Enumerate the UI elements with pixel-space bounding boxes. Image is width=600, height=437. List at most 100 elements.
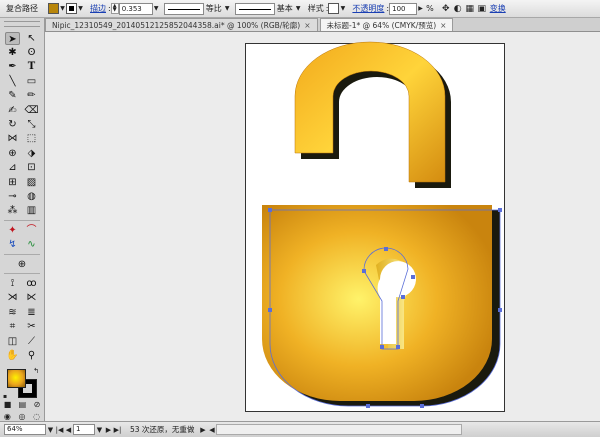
tab-nipic-document[interactable]: Nipic_12310549_20140512125852044358.ai* … bbox=[45, 18, 318, 31]
convert-anchor-icon[interactable]: ⌒ bbox=[24, 224, 39, 237]
opacity-input[interactable]: 100 bbox=[389, 2, 418, 15]
line-segment-icon[interactable]: ╲ bbox=[5, 75, 20, 88]
draw-behind-icon[interactable]: ◎ bbox=[18, 412, 25, 421]
tab-label: 未标题-1* @ 64% (CMYK/预览) bbox=[326, 21, 437, 30]
type-icon[interactable]: T bbox=[24, 60, 39, 73]
scroll-left-icon[interactable]: ◀ bbox=[207, 426, 216, 434]
warp-icon[interactable]: ⟟ bbox=[5, 277, 20, 290]
graphic-style-swatch[interactable] bbox=[328, 3, 340, 14]
profile-dropdown-icon[interactable]: ▼ bbox=[224, 3, 231, 14]
slice-icon[interactable]: ⌗ bbox=[5, 320, 20, 333]
open-padlock-artwork[interactable] bbox=[46, 33, 600, 421]
close-icon[interactable]: × bbox=[304, 21, 310, 30]
style-label: 样式 bbox=[307, 4, 324, 13]
color-mode-icon[interactable]: ■ bbox=[4, 400, 12, 409]
direct-selection-tool-icon[interactable]: ↖ bbox=[24, 32, 39, 45]
blob-brush-icon[interactable]: ✍ bbox=[5, 104, 20, 117]
stroke-weight-input[interactable]: 0.353 bbox=[118, 2, 153, 15]
fill-dropdown-icon[interactable]: ▼ bbox=[59, 3, 66, 14]
path-eraser-icon[interactable]: ∿ bbox=[24, 238, 39, 251]
gradient-mode-icon[interactable]: ▤ bbox=[19, 400, 27, 409]
document-setup-icon[interactable]: ▦ bbox=[464, 3, 476, 15]
isolate-icon[interactable]: ▣ bbox=[476, 3, 488, 15]
previous-artboard-icon[interactable]: ◀ bbox=[64, 426, 73, 434]
tab-label: Nipic_12310549_20140512125852044358.ai* … bbox=[52, 21, 301, 30]
target-icon[interactable]: ⊕ bbox=[15, 258, 30, 271]
stroke-weight-dropdown-icon[interactable]: ▼ bbox=[153, 3, 160, 14]
perspective-selection-icon[interactable]: ⊡ bbox=[24, 161, 39, 174]
next-artboard-icon[interactable]: ▶ bbox=[104, 426, 113, 434]
stroke-panel-link[interactable]: 描边 bbox=[88, 3, 108, 14]
gradient-icon[interactable]: ▨ bbox=[24, 176, 39, 189]
shackle bbox=[294, 41, 446, 183]
fill-color-well[interactable] bbox=[7, 368, 26, 388]
tab-untitled-document[interactable]: 未标题-1* @ 64% (CMYK/预览) × bbox=[319, 18, 454, 31]
shape-builder-icon[interactable]: ⊕ bbox=[5, 147, 20, 160]
artboard-dropdown-icon[interactable]: ▼ bbox=[95, 426, 104, 434]
toolbox-divider bbox=[4, 220, 40, 222]
eyedropper-icon[interactable]: ⊸ bbox=[5, 190, 20, 203]
scale-icon[interactable]: ⤡ bbox=[24, 118, 39, 131]
crystallize-icon[interactable]: ≣ bbox=[24, 306, 39, 319]
recolor-artwork-icon[interactable]: ✥ bbox=[440, 3, 452, 15]
stroke-weight-spinner[interactable]: ▲ ▼ bbox=[110, 3, 119, 14]
default-colors-icon[interactable]: ▪ bbox=[3, 393, 7, 400]
opacity-unit: % bbox=[426, 4, 434, 13]
document-canvas[interactable] bbox=[46, 33, 600, 421]
width-tool-icon[interactable]: ⋈ bbox=[5, 132, 20, 145]
artboard-icon[interactable]: ◫ bbox=[5, 335, 20, 348]
last-artboard-icon[interactable]: ▶| bbox=[113, 426, 122, 434]
brush-dropdown-icon[interactable]: ▼ bbox=[295, 3, 302, 14]
twirl-icon[interactable]: ꝏ bbox=[24, 277, 39, 290]
opacity-dropdown-icon[interactable]: ▶ bbox=[417, 3, 424, 14]
draw-inside-icon[interactable]: ◌ bbox=[33, 412, 40, 421]
none-mode-icon[interactable]: ⊘ bbox=[34, 400, 41, 409]
status-menu-icon[interactable]: ▶ bbox=[198, 426, 207, 434]
mesh-icon[interactable]: ⊞ bbox=[5, 176, 20, 189]
blend-icon[interactable]: ◍ bbox=[24, 190, 39, 203]
toolbox-grip[interactable] bbox=[4, 21, 40, 27]
live-paint-icon[interactable]: ⬗ bbox=[24, 147, 39, 160]
close-icon[interactable]: × bbox=[440, 21, 446, 30]
symbol-sprayer-icon[interactable]: ⁂ bbox=[5, 204, 20, 217]
transform-panel-link[interactable]: 变换 bbox=[488, 3, 508, 14]
pen-icon[interactable]: ✒ bbox=[5, 60, 20, 73]
selection-tool-icon[interactable]: ➤ bbox=[5, 31, 20, 45]
fill-swatch[interactable] bbox=[48, 3, 59, 14]
first-artboard-icon[interactable]: |◀ bbox=[55, 426, 64, 434]
column-graph-icon[interactable]: ▥ bbox=[24, 204, 39, 217]
paintbrush-icon[interactable]: ✎ bbox=[5, 89, 20, 102]
scissors-icon[interactable]: ✂ bbox=[24, 320, 39, 333]
hand-icon[interactable]: ✋ bbox=[5, 349, 20, 362]
free-transform-icon[interactable]: ⬚ bbox=[24, 132, 39, 145]
draw-normal-icon[interactable]: ◉ bbox=[4, 412, 11, 421]
perspective-grid-icon[interactable]: ⊿ bbox=[5, 161, 20, 174]
smooth-tool-icon[interactable]: ↯ bbox=[5, 238, 20, 251]
zoom-icon[interactable]: ⚲ bbox=[24, 349, 39, 362]
rectangle-icon[interactable]: ▭ bbox=[24, 75, 39, 88]
variable-width-profile[interactable] bbox=[163, 2, 204, 15]
swap-fill-stroke-icon[interactable]: ↰ bbox=[33, 367, 39, 375]
pucker-icon[interactable]: ⋊ bbox=[5, 291, 20, 304]
zoom-dropdown-icon[interactable]: ▼ bbox=[46, 426, 55, 434]
add-anchor-point-icon[interactable]: ✦ bbox=[5, 224, 20, 237]
stroke-dropdown-icon[interactable]: ▼ bbox=[77, 3, 84, 14]
stroke-swatch[interactable] bbox=[66, 3, 77, 14]
eraser-icon[interactable]: ⌫ bbox=[24, 104, 39, 117]
zoom-level-field[interactable]: 64% bbox=[4, 424, 46, 435]
style-dropdown-icon[interactable]: ▼ bbox=[339, 3, 346, 14]
lasso-icon[interactable]: ʘ bbox=[24, 46, 39, 59]
scallop-icon[interactable]: ≋ bbox=[5, 306, 20, 319]
fill-stroke-control[interactable]: ↰ ▪ bbox=[3, 367, 41, 400]
pencil-icon[interactable]: ✏ bbox=[24, 89, 39, 102]
rotate-icon[interactable]: ↻ bbox=[5, 118, 20, 131]
magic-wand-icon[interactable]: ✱ bbox=[5, 46, 20, 59]
artboard-number-field[interactable]: 1 bbox=[73, 424, 95, 435]
lock-body bbox=[262, 205, 492, 401]
bloat-icon[interactable]: ⋉ bbox=[24, 291, 39, 304]
knife-icon[interactable]: ⟋ bbox=[24, 335, 39, 348]
horizontal-scrollbar[interactable] bbox=[216, 424, 463, 435]
align-icon[interactable]: ◐ bbox=[452, 3, 464, 15]
brush-definition[interactable] bbox=[234, 2, 275, 15]
opacity-panel-link[interactable]: 不透明度 bbox=[350, 3, 386, 14]
